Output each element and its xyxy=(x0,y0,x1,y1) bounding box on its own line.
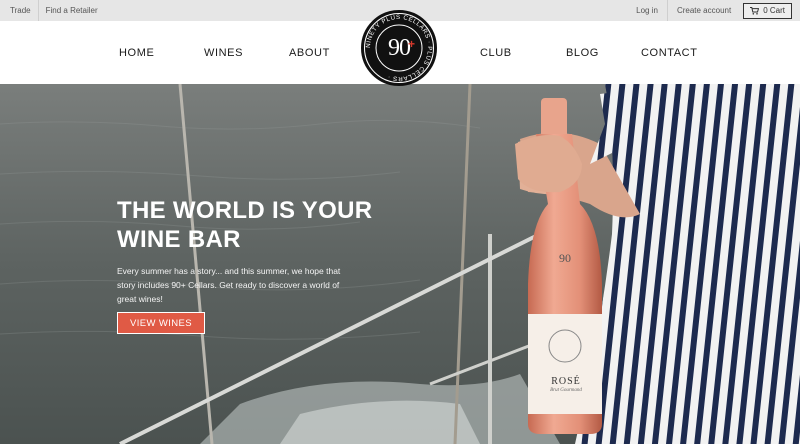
nav-wines[interactable]: WINES xyxy=(204,21,243,84)
hero-banner: 90 ROSÉ Brut Gourmand THE WORLD IS YOUR … xyxy=(0,84,800,444)
login-link[interactable]: Log in xyxy=(627,6,667,15)
hero-title: THE WORLD IS YOUR WINE BAR xyxy=(117,196,387,254)
view-wines-button[interactable]: VIEW WINES xyxy=(117,312,205,334)
nav-blog[interactable]: BLOG xyxy=(566,21,599,84)
nav-about[interactable]: ABOUT xyxy=(289,21,330,84)
cart-icon xyxy=(750,6,760,15)
find-retailer-link[interactable]: Find a Retailer xyxy=(39,6,105,15)
bottle-label-number: 90 xyxy=(559,251,571,265)
trade-link[interactable]: Trade xyxy=(10,6,38,15)
hero-description: Every summer has a story... and this sum… xyxy=(117,266,341,304)
brand-logo[interactable]: NINETY PLUS CELLARS · PLUS CELLARS · 90 … xyxy=(361,10,437,86)
create-account-link[interactable]: Create account xyxy=(668,6,740,15)
utility-right: Log in Create account 0 Cart xyxy=(627,0,792,21)
cart-button[interactable]: 0 Cart xyxy=(743,2,792,19)
nav-home[interactable]: HOME xyxy=(119,21,154,84)
logo-number: 90 xyxy=(388,34,411,61)
nav-club[interactable]: CLUB xyxy=(480,21,512,84)
hero-title-line2: WINE BAR xyxy=(117,226,241,253)
logo-plus: + xyxy=(408,37,416,51)
nav-contact[interactable]: CONTACT xyxy=(641,21,698,84)
hero-title-line1: THE WORLD IS YOUR xyxy=(117,197,373,224)
bottle-label-name: ROSÉ xyxy=(551,376,581,387)
utility-left: Trade Find a Retailer xyxy=(10,0,105,21)
bottle-label-sub: Brut Gourmand xyxy=(550,388,582,393)
cart-label: 0 Cart xyxy=(763,6,785,15)
